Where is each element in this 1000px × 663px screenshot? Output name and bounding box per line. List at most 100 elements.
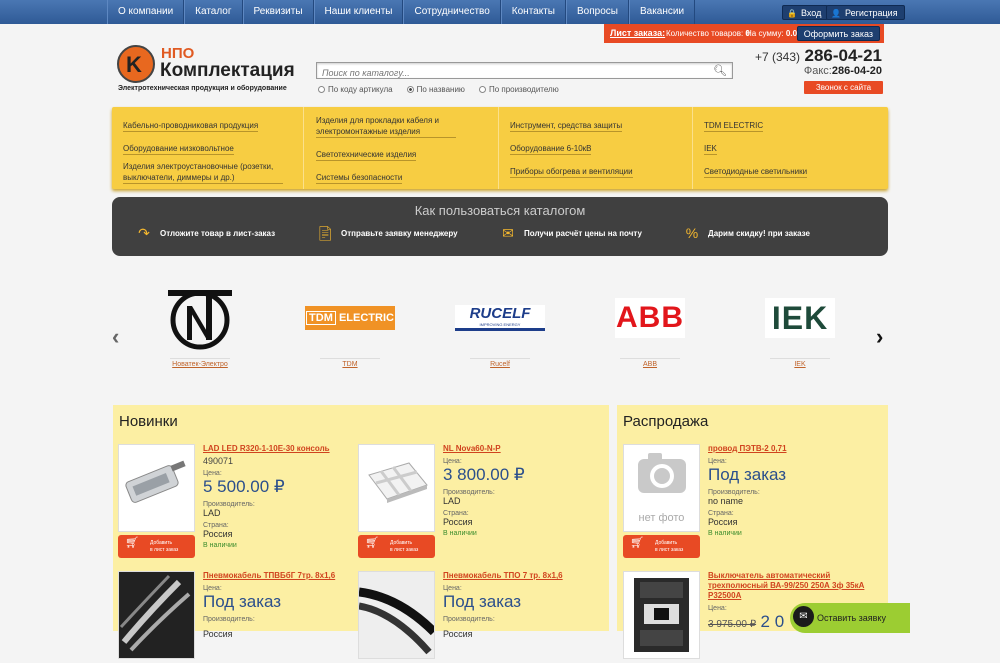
brand-abb[interactable]: ABB ABB	[590, 286, 710, 371]
callback-button[interactable]: Звонок с сайта	[804, 81, 883, 94]
add-to-order-button[interactable]: 🛒︎ Добавить в лист заказ	[118, 535, 195, 558]
checkout-button[interactable]: Оформить заказ	[796, 26, 880, 41]
product-image[interactable]	[118, 571, 195, 659]
catalog-item[interactable]: IEK	[704, 143, 717, 155]
brand-carousel: ‹ › Новатек-Электро TDM ELECTRIC TDM RUC…	[112, 282, 888, 372]
brand-tdm[interactable]: TDM ELECTRIC TDM	[290, 286, 410, 371]
catalog-item[interactable]: Инструмент, средства защиты	[510, 120, 623, 132]
product-info: Пневмокабель ТПО 7 тр. 8х1,6 Цена: Под з…	[443, 571, 603, 639]
register-button[interactable]: 👤 Регистрация	[826, 5, 905, 20]
product-name[interactable]: провод ПЭТВ-2 0,71	[708, 444, 878, 454]
how-to-step: % Дарим скидку! при заказе	[682, 224, 810, 242]
order-qty-label: Количество товаров:	[666, 29, 744, 38]
old-price: 3 975.00 ₽	[708, 619, 757, 630]
add-to-order-label: Добавить	[655, 540, 678, 546]
product-price: Под заказ	[203, 592, 282, 611]
product-name[interactable]: LAD LED R320-1-10E-30 консоль	[203, 444, 363, 454]
catalog-item[interactable]: Кабельно-проводниковая продукция	[123, 120, 259, 132]
search-mode-label: По названию	[416, 85, 465, 94]
cart-icon: 🛒︎	[630, 537, 644, 549]
brand-name[interactable]: Новатек-Электро	[170, 358, 230, 368]
search-mode-name[interactable]: По названию	[406, 85, 465, 94]
logo-slogan: Электротехническая продукция и оборудова…	[118, 85, 287, 92]
catalog-item[interactable]: Светотехнические изделия	[316, 149, 417, 161]
phone: +7 (343) 286-04-21	[755, 46, 882, 66]
rucelf-logo-text: RUCELF	[469, 305, 531, 322]
fax: Факс:286-04-20	[804, 65, 882, 77]
how-to-step: ↷ Отложите товар в лист-заказ	[134, 224, 275, 242]
nav-item-catalog[interactable]: Каталог	[184, 0, 243, 24]
catalog-column: Инструмент, средства защиты Оборудование…	[510, 115, 633, 184]
product-image[interactable]	[118, 444, 195, 532]
search-input[interactable]	[317, 65, 707, 81]
brand-rucelf[interactable]: RUCELF IMPROVING ENERGY Rucelf	[440, 286, 560, 371]
search-icon[interactable]: 🔍︎	[713, 64, 727, 77]
catalog-column: Изделия для прокладки кабеля и электромо…	[316, 115, 456, 190]
product-country: Россия	[443, 517, 473, 527]
leave-request-button[interactable]: ✉ Оставить заявку	[790, 603, 910, 633]
nav-item-contacts[interactable]: Контакты	[500, 0, 566, 24]
catalog-item[interactable]: Светодиодные светильники	[704, 166, 808, 178]
logo-letter: K	[126, 52, 142, 77]
maker-label: Производитель:	[708, 489, 760, 496]
search-mode-article[interactable]: По коду артикула	[318, 85, 393, 94]
brand-name[interactable]: Rucelf	[470, 358, 530, 368]
catalog-item[interactable]: Оборудование 6-10кВ	[510, 143, 592, 155]
abb-logo: ABB	[590, 286, 710, 350]
order-sheet-link[interactable]: Лист заказа:	[610, 24, 665, 43]
nav-item-cooperation[interactable]: Сотрудничество	[403, 0, 501, 24]
product-image[interactable]	[358, 444, 435, 532]
product-image[interactable]	[623, 571, 700, 659]
nav-item-requisites[interactable]: Реквизиты	[242, 0, 314, 24]
brand-iek[interactable]: IEK IEK	[740, 286, 860, 371]
brand-name[interactable]: TDM	[320, 358, 380, 368]
phone-code: +7 (343)	[755, 50, 801, 64]
price-label: Цена:	[443, 585, 462, 592]
catalog-item[interactable]: TDM ELECTRIC	[704, 120, 764, 132]
catalog-item[interactable]: Системы безопасности	[316, 172, 403, 184]
product-article: 490071	[203, 456, 234, 466]
brand-novatek[interactable]: Новатек-Электро	[140, 286, 260, 371]
lock-icon: 🔒	[787, 9, 797, 18]
logo-name[interactable]: Комплектация	[160, 60, 295, 82]
catalog-item[interactable]: Изделия электроустановочные (розетки, вы…	[123, 161, 283, 184]
brand-name[interactable]: IEK	[770, 358, 830, 368]
country-label: Страна:	[443, 510, 469, 517]
catalog-divider	[498, 107, 499, 189]
catalog-column: TDM ELECTRIC IEK Светодиодные светильник…	[704, 115, 808, 184]
add-to-order-label: Добавить	[150, 540, 173, 546]
nav-item-vacancies[interactable]: Вакансии	[628, 0, 696, 24]
envelope-icon: ✉	[793, 606, 814, 627]
search-mode-label: По коду артикула	[328, 85, 393, 94]
product-name[interactable]: Пневмокабель ТПВБбГ 7тр. 8х1,6	[203, 571, 363, 581]
novatek-logo	[140, 286, 260, 350]
carousel-next-icon[interactable]: ›	[876, 324, 883, 350]
catalog-item[interactable]: Изделия для прокладки кабеля и электромо…	[316, 115, 456, 138]
stock-status: В наличии	[708, 530, 742, 537]
search-mode-maker[interactable]: По производителю	[478, 85, 559, 94]
catalog-item[interactable]: Приборы обогрева и вентиляции	[510, 166, 633, 178]
add-to-order-button[interactable]: 🛒︎ Добавить в лист заказ	[623, 535, 700, 558]
add-to-order-button[interactable]: 🛒︎ Добавить в лист заказ	[358, 535, 435, 558]
nav-item-about[interactable]: О компании	[107, 0, 185, 24]
sale-section: Распродажа нет фото 🛒︎ Добавить в лист зак…	[617, 405, 888, 659]
login-label: Вход	[800, 8, 822, 18]
logo-icon[interactable]: K	[117, 45, 155, 83]
product-price: 2 0	[760, 612, 785, 631]
carousel-prev-icon[interactable]: ‹	[112, 324, 119, 350]
login-button[interactable]: 🔒 Вход	[782, 5, 829, 20]
product-name[interactable]: Выключатель автоматический трехполюсный …	[708, 571, 883, 601]
catalog-item[interactable]: Оборудование низковольтное	[123, 143, 234, 155]
how-to-title: Как пользоваться каталогом	[414, 203, 586, 218]
nav-item-clients[interactable]: Наши клиенты	[313, 0, 404, 24]
cart-icon: 🛒︎	[365, 537, 379, 549]
product-name[interactable]: Пневмокабель ТПО 7 тр. 8х1,6	[443, 571, 603, 581]
nav-item-questions[interactable]: Вопросы	[566, 0, 629, 24]
product-name[interactable]: NL Nova60-N-P	[443, 444, 603, 454]
discount-tag-icon: %	[685, 225, 699, 241]
product-image[interactable]	[358, 571, 438, 659]
product-image[interactable]: нет фото	[623, 444, 700, 532]
product-info: LAD LED R320-1-10E-30 консоль 490071 Цен…	[203, 444, 363, 549]
brand-name[interactable]: ABB	[620, 358, 680, 368]
user-icon: 👤	[831, 9, 841, 18]
